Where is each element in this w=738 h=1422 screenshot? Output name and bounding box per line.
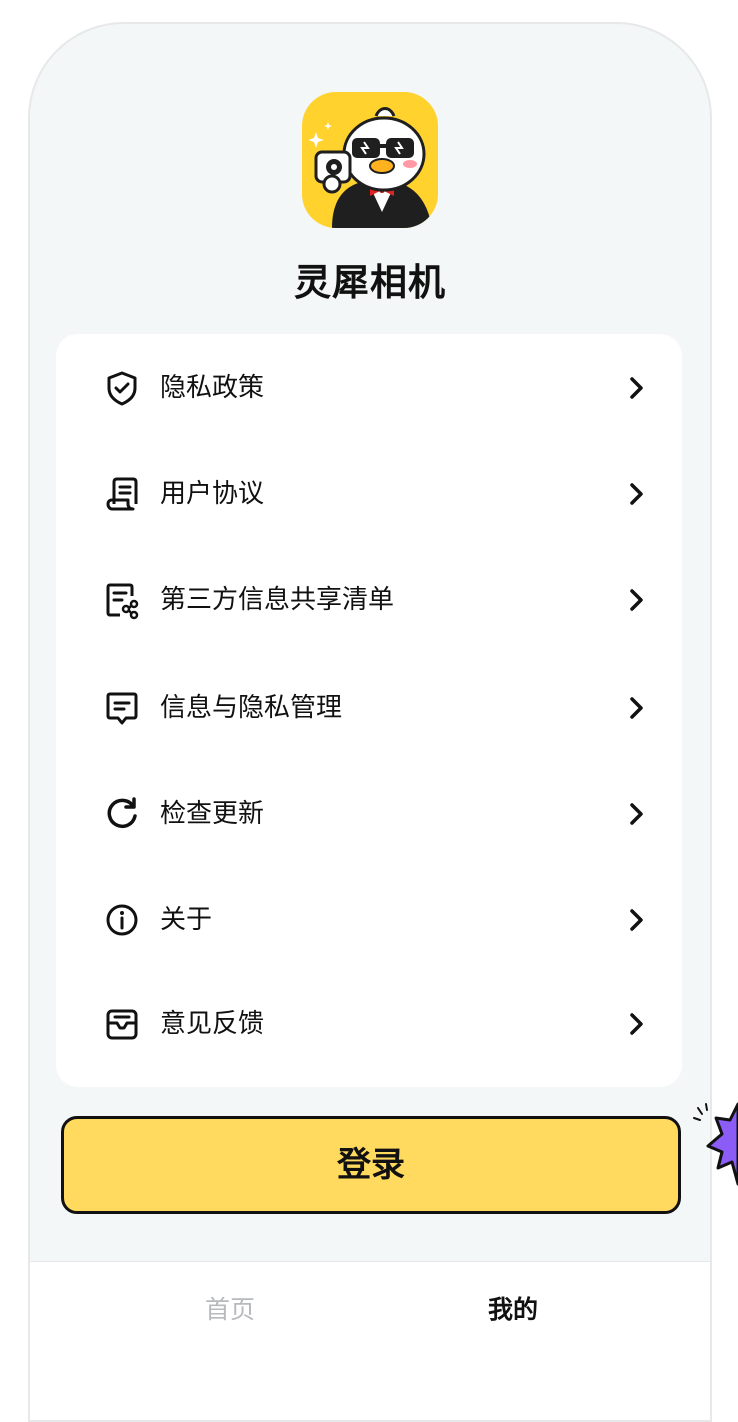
menu-item-info-privacy-management[interactable]: 信息与隐私管理 <box>56 654 682 760</box>
document-scroll-icon <box>106 477 138 511</box>
shield-check-icon <box>107 371 137 406</box>
duck-mascot-camera-logo <box>308 107 432 228</box>
share-list-icon <box>106 583 139 620</box>
menu-item-label: 关于 <box>160 905 213 935</box>
purple-star-burst-icon <box>693 1102 738 1186</box>
menu-item-label: 第三方信息共享清单 <box>160 585 395 615</box>
menu-item-user-agreement[interactable]: 用户协议 <box>56 440 682 546</box>
message-box-icon <box>106 692 138 725</box>
chevron-right-icon <box>630 803 643 825</box>
feedback-inbox-icon <box>106 1009 138 1040</box>
menu-item-label: 检查更新 <box>160 799 265 829</box>
menu-item-about[interactable]: 关于 <box>56 866 682 972</box>
menu-item-feedback[interactable]: 意见反馈 <box>56 970 682 1076</box>
phone-frame: 灵犀相机 隐私政策 用户协议 第三方信息共享清单 信息与隐私管理 检查更新 关于… <box>28 22 712 1422</box>
settings-menu: 隐私政策 用户协议 第三方信息共享清单 信息与隐私管理 检查更新 关于 意见反馈 <box>56 334 682 1087</box>
app-title: 灵犀相机 <box>294 261 446 304</box>
menu-item-privacy-policy[interactable]: 隐私政策 <box>56 334 682 440</box>
app-logo <box>302 92 438 228</box>
menu-item-label: 意见反馈 <box>160 1009 265 1039</box>
chevron-right-icon <box>630 697 643 719</box>
chevron-right-icon <box>630 1013 643 1035</box>
chevron-right-icon <box>630 909 643 931</box>
chevron-right-icon <box>630 483 643 505</box>
menu-item-third-party-sharing[interactable]: 第三方信息共享清单 <box>56 546 682 652</box>
tab-mine[interactable]: 我的 <box>413 1290 613 1326</box>
info-icon <box>106 904 138 936</box>
menu-item-label: 信息与隐私管理 <box>160 693 343 723</box>
bottom-tab-bar: 首页 我的 <box>30 1261 710 1420</box>
menu-item-label: 用户协议 <box>160 479 265 509</box>
tab-home[interactable]: 首页 <box>130 1290 330 1326</box>
menu-item-label: 隐私政策 <box>160 373 265 403</box>
refresh-icon <box>107 797 137 829</box>
chevron-right-icon <box>630 377 643 399</box>
menu-item-check-update[interactable]: 检查更新 <box>56 760 682 866</box>
chevron-right-icon <box>630 589 643 611</box>
login-button[interactable]: 登录 <box>61 1116 681 1214</box>
